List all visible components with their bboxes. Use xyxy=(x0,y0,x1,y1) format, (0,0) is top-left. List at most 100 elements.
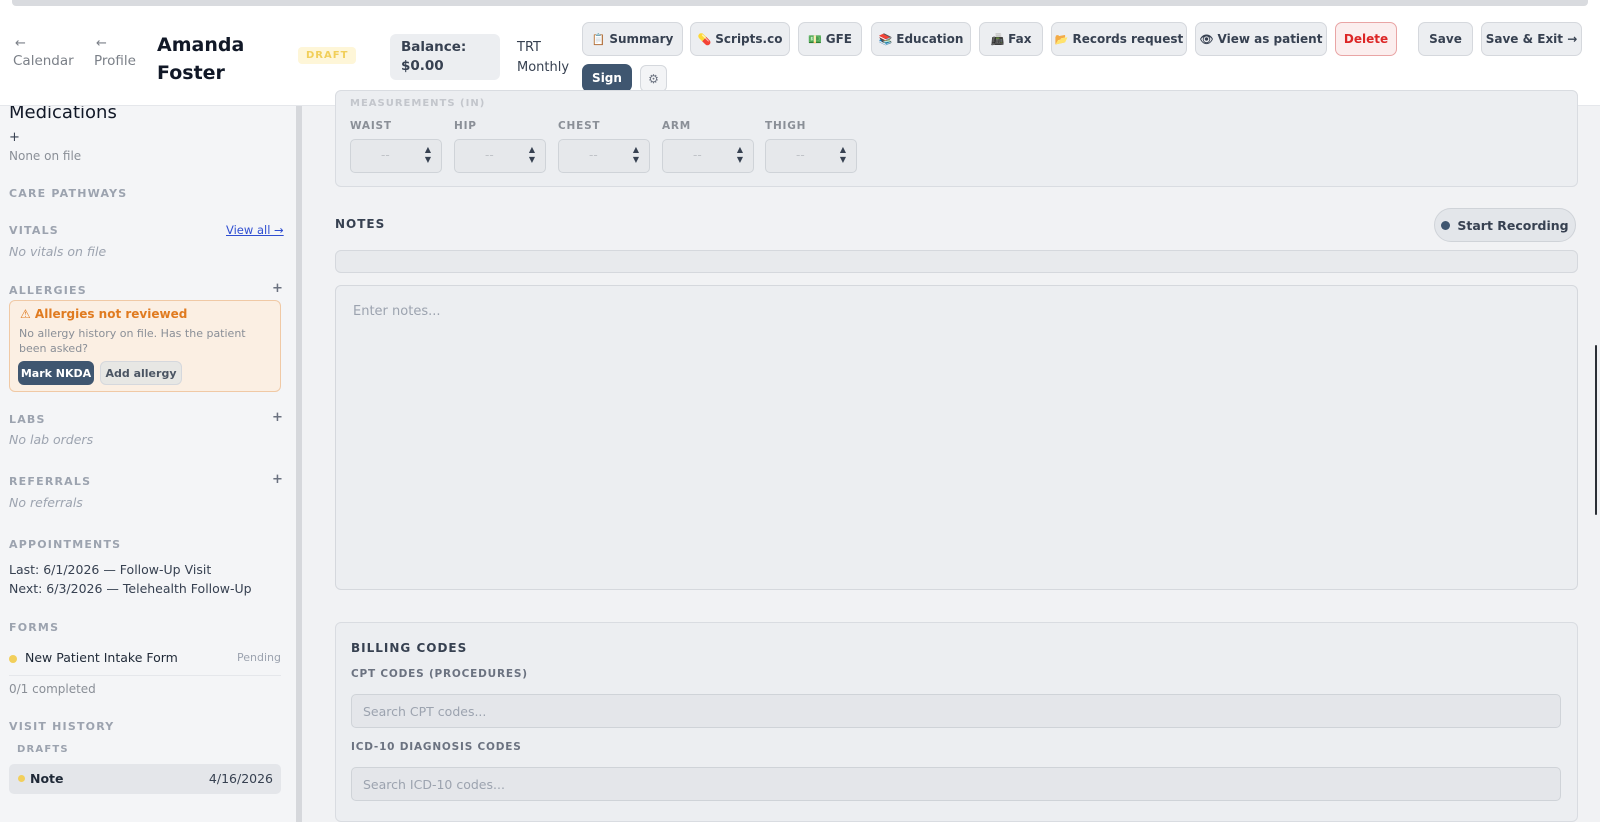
top-scroll-edge xyxy=(12,0,1588,6)
save-button[interactable]: Save xyxy=(1418,22,1473,56)
fax-button[interactable]: 📠 Fax xyxy=(979,22,1043,56)
next-appointment: Next: 6/3/2026 — Telehealth Follow-Up xyxy=(9,581,252,596)
draft-note-date: 4/16/2026 xyxy=(208,771,273,786)
money-icon: 💵 xyxy=(808,32,822,46)
patient-sidebar[interactable]: Medications + None on file CARE PATHWAYS… xyxy=(0,106,296,822)
sign-button[interactable]: Sign xyxy=(582,64,632,92)
add-lab-button[interactable]: + xyxy=(272,410,283,425)
icd10-codes-label: ICD-10 DIAGNOSIS CODES xyxy=(351,741,522,753)
stepper-arrows-icon[interactable]: ▲ ▼ xyxy=(633,145,639,165)
stepper-arrows-icon[interactable]: ▲ ▼ xyxy=(529,145,535,165)
settings-button[interactable]: ⚙ xyxy=(640,65,667,92)
scripts-button[interactable]: 💊 Scripts.co xyxy=(690,22,790,56)
fax-button-label: Fax xyxy=(1008,32,1032,46)
forms-heading: FORMS xyxy=(9,621,60,634)
plan-info: TRT Monthly xyxy=(517,38,569,78)
labs-empty: No lab orders xyxy=(9,432,94,447)
care-pathways-heading: CARE PATHWAYS xyxy=(9,187,128,200)
appointments-heading: APPOINTMENTS xyxy=(9,538,122,551)
waist-stepper[interactable]: -- ▲ ▼ xyxy=(350,139,442,173)
notes-toolbar[interactable] xyxy=(335,250,1578,273)
view-as-patient-button[interactable]: 👁 View as patient xyxy=(1195,22,1327,56)
gfe-button-label: GFE xyxy=(825,32,852,46)
waist-label: WAIST xyxy=(350,120,392,132)
add-allergy-button[interactable]: Add allergy xyxy=(100,361,182,385)
medications-title: Medications xyxy=(9,106,117,123)
arm-stepper[interactable]: -- ▲ ▼ xyxy=(662,139,754,173)
start-recording-button[interactable]: Start Recording xyxy=(1434,208,1576,242)
allergy-warning-box: ⚠ Allergies not reviewed No allergy hist… xyxy=(9,300,281,392)
icd10-search-input[interactable] xyxy=(351,767,1561,801)
forms-completed: 0/1 completed xyxy=(9,682,96,696)
add-medication-button[interactable]: + xyxy=(9,130,20,145)
profile-link-label: Profile xyxy=(94,53,136,69)
stepper-arrows-icon[interactable]: ▲ ▼ xyxy=(737,145,743,165)
books-icon: 📚 xyxy=(878,32,893,46)
form-row[interactable]: New Patient Intake Form Pending xyxy=(9,648,281,676)
records-request-button[interactable]: 📂 Records request xyxy=(1051,22,1187,56)
vitals-heading: VITALS xyxy=(9,224,59,237)
vitals-empty: No vitals on file xyxy=(9,244,107,259)
pill-icon: 💊 xyxy=(697,32,712,46)
allergies-heading: ALLERGIES xyxy=(9,284,87,297)
view-as-patient-button-label: View as patient xyxy=(1217,32,1323,46)
add-referral-button[interactable]: + xyxy=(272,472,283,487)
hip-label: HIP xyxy=(454,120,477,132)
education-button-label: Education xyxy=(896,32,964,46)
summary-button-label: Summary xyxy=(609,32,674,46)
thigh-label: THIGH xyxy=(765,120,807,132)
chest-stepper[interactable]: -- ▲ ▼ xyxy=(558,139,650,173)
notes-placeholder: Enter notes... xyxy=(353,304,441,319)
vitals-view-all-link[interactable]: View all → xyxy=(226,223,284,237)
draft-note-row[interactable]: Note 4/16/2026 xyxy=(9,764,281,794)
medications-empty: None on file xyxy=(9,149,82,163)
back-to-profile-link[interactable]: ← Profile xyxy=(94,36,136,69)
back-to-calendar-link[interactable]: ← Calendar xyxy=(13,36,74,69)
record-dot-icon xyxy=(1441,220,1451,230)
clipboard-icon: 📋 xyxy=(591,32,606,46)
notes-heading: NOTES xyxy=(335,217,386,231)
summary-button[interactable]: 📋 Summary xyxy=(582,22,683,56)
allergy-warning-text: No allergy history on file. Has the pati… xyxy=(19,327,246,355)
notes-textarea[interactable]: Enter notes... xyxy=(335,285,1578,590)
arm-value: -- xyxy=(693,148,702,162)
gfe-button[interactable]: 💵 GFE xyxy=(798,22,862,56)
plan-frequency: Monthly xyxy=(517,60,570,75)
draft-dot-icon xyxy=(18,775,25,782)
sidebar-resize-handle[interactable] xyxy=(296,106,302,822)
scripts-button-label: Scripts.co xyxy=(715,32,783,46)
education-button[interactable]: 📚 Education xyxy=(871,22,971,56)
hip-stepper[interactable]: -- ▲ ▼ xyxy=(454,139,546,173)
gear-icon: ⚙ xyxy=(648,71,659,86)
referrals-heading: REFERRALS xyxy=(9,475,92,488)
chest-label: CHEST xyxy=(558,120,601,132)
stepper-arrows-icon[interactable]: ▲ ▼ xyxy=(425,145,431,165)
thigh-value: -- xyxy=(796,148,805,162)
billing-codes-heading: BILLING CODES xyxy=(351,641,468,655)
page-scrollbar[interactable] xyxy=(1595,345,1597,515)
balance-value: $0.00 xyxy=(401,58,444,74)
save-and-exit-button[interactable]: Save & Exit → xyxy=(1481,22,1582,56)
plan-name: TRT xyxy=(517,40,541,55)
patient-name: Amanda Foster xyxy=(157,34,245,84)
eye-icon: 👁 xyxy=(1199,32,1214,46)
form-status: Pending xyxy=(237,651,281,664)
mark-nkda-button[interactable]: Mark NKDA xyxy=(18,361,94,385)
arm-label: ARM xyxy=(662,120,692,132)
cpt-search-input[interactable] xyxy=(351,694,1561,728)
allergy-warning-title: ⚠ Allergies not reviewed xyxy=(20,307,188,321)
balance-label: Balance: xyxy=(401,39,467,55)
cpt-codes-label: CPT CODES (PROCEDURES) xyxy=(351,668,528,680)
last-appointment: Last: 6/1/2026 — Follow-Up Visit xyxy=(9,562,212,577)
thigh-stepper[interactable]: -- ▲ ▼ xyxy=(765,139,857,173)
back-arrow-icon: ← xyxy=(96,36,107,51)
records-request-button-label: Records request xyxy=(1072,32,1184,46)
pending-dot-icon xyxy=(9,655,17,663)
status-badge: DRAFT xyxy=(298,47,357,64)
hip-value: -- xyxy=(485,148,494,162)
delete-button[interactable]: Delete xyxy=(1335,22,1397,56)
billing-codes-card: BILLING CODES CPT CODES (PROCEDURES) ICD… xyxy=(335,622,1578,822)
chest-value: -- xyxy=(589,148,598,162)
stepper-arrows-icon[interactable]: ▲ ▼ xyxy=(840,145,846,165)
add-allergy-plus-button[interactable]: + xyxy=(272,281,283,296)
